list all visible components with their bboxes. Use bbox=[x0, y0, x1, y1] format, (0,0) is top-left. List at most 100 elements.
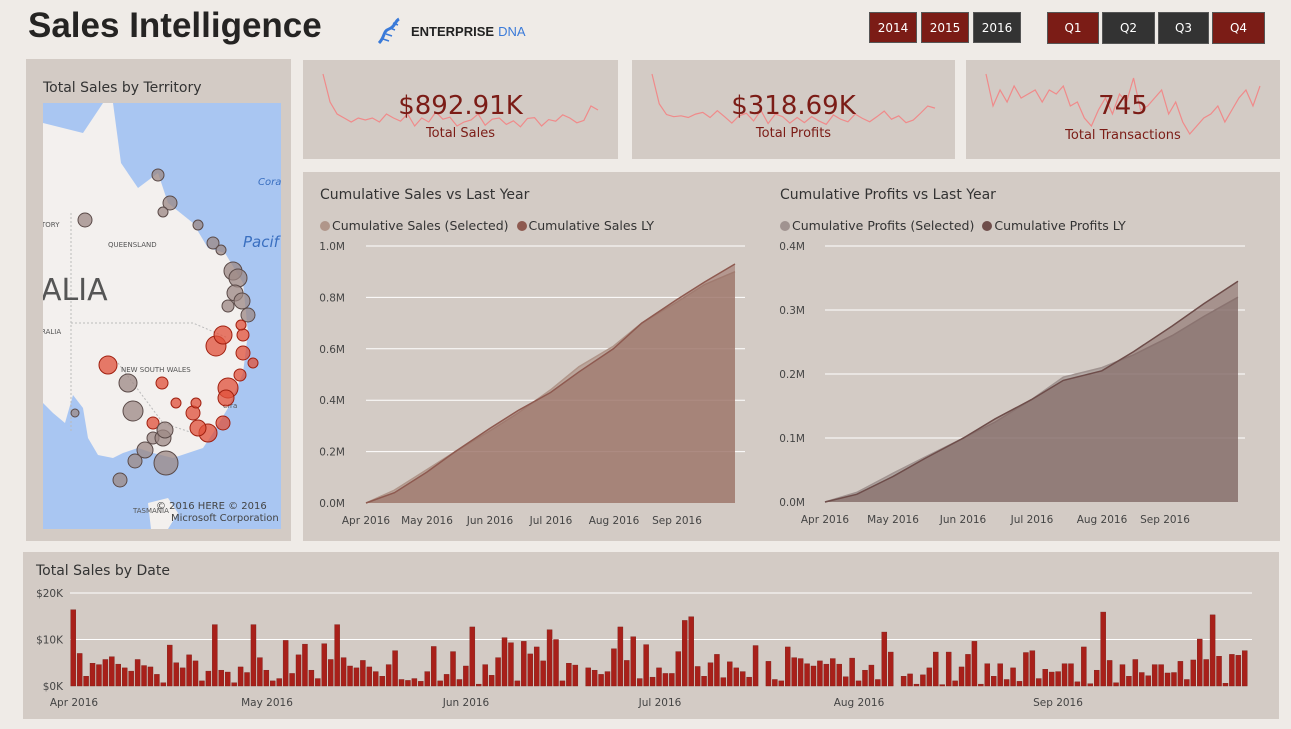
bar[interactable] bbox=[443, 674, 450, 687]
bar[interactable] bbox=[1100, 611, 1106, 687]
bar[interactable] bbox=[688, 616, 694, 687]
bar[interactable] bbox=[1016, 681, 1023, 687]
bar[interactable] bbox=[488, 675, 495, 687]
bar[interactable] bbox=[263, 669, 270, 687]
bar[interactable] bbox=[1209, 614, 1216, 687]
bar[interactable] bbox=[476, 683, 482, 687]
bar[interactable] bbox=[611, 648, 617, 687]
bar[interactable] bbox=[1042, 669, 1048, 687]
bar[interactable] bbox=[1203, 659, 1209, 687]
bar[interactable] bbox=[257, 657, 263, 687]
bar[interactable] bbox=[244, 672, 250, 687]
bar[interactable] bbox=[810, 665, 817, 687]
bar[interactable] bbox=[952, 680, 958, 687]
bar[interactable] bbox=[1081, 646, 1087, 687]
bar[interactable] bbox=[1119, 664, 1126, 687]
bar[interactable] bbox=[978, 683, 984, 687]
bar[interactable] bbox=[958, 666, 965, 687]
bar[interactable] bbox=[96, 664, 102, 687]
bar[interactable] bbox=[282, 640, 289, 687]
bar[interactable] bbox=[604, 671, 611, 687]
bar[interactable] bbox=[875, 679, 881, 687]
bar[interactable] bbox=[727, 661, 733, 687]
bar[interactable] bbox=[585, 667, 591, 687]
bar[interactable] bbox=[707, 662, 714, 687]
bar[interactable] bbox=[405, 680, 411, 687]
bar[interactable] bbox=[971, 641, 978, 687]
bar[interactable] bbox=[643, 644, 649, 687]
bar[interactable] bbox=[888, 651, 894, 687]
bar[interactable] bbox=[868, 664, 875, 687]
bar[interactable] bbox=[823, 663, 830, 687]
bar[interactable] bbox=[746, 676, 752, 687]
bar[interactable] bbox=[656, 667, 662, 687]
bar[interactable] bbox=[714, 654, 720, 687]
bar[interactable] bbox=[830, 658, 836, 687]
bar[interactable] bbox=[1242, 650, 1248, 687]
bar[interactable] bbox=[134, 659, 141, 687]
bar[interactable] bbox=[720, 677, 727, 687]
bar[interactable] bbox=[778, 680, 785, 687]
bar[interactable] bbox=[456, 679, 463, 687]
bar[interactable] bbox=[675, 651, 682, 687]
bar[interactable] bbox=[392, 650, 398, 687]
bar[interactable] bbox=[1184, 679, 1190, 687]
bar[interactable] bbox=[308, 669, 315, 687]
bar[interactable] bbox=[70, 609, 76, 687]
bar[interactable] bbox=[945, 651, 952, 687]
bar[interactable] bbox=[1197, 638, 1203, 687]
bar[interactable] bbox=[733, 667, 739, 687]
bar[interactable] bbox=[302, 643, 308, 687]
bar[interactable] bbox=[752, 645, 759, 687]
bar[interactable] bbox=[115, 663, 121, 687]
bar[interactable] bbox=[926, 667, 933, 687]
bar[interactable] bbox=[907, 673, 913, 687]
bar[interactable] bbox=[160, 682, 167, 687]
bar[interactable] bbox=[1145, 675, 1151, 687]
bar[interactable] bbox=[270, 680, 276, 687]
bar[interactable] bbox=[199, 680, 205, 687]
bar[interactable] bbox=[1164, 672, 1171, 687]
bar[interactable] bbox=[469, 626, 476, 687]
bar[interactable] bbox=[991, 676, 997, 687]
bar[interactable] bbox=[900, 676, 907, 687]
bar[interactable] bbox=[430, 646, 437, 687]
bar[interactable] bbox=[1048, 671, 1055, 687]
bar[interactable] bbox=[694, 666, 701, 687]
bar[interactable] bbox=[186, 654, 192, 687]
bar[interactable] bbox=[179, 667, 186, 687]
bar[interactable] bbox=[649, 676, 656, 687]
bar[interactable] bbox=[849, 657, 855, 687]
bar[interactable] bbox=[598, 674, 604, 687]
bar[interactable] bbox=[591, 669, 598, 687]
bar[interactable] bbox=[540, 660, 546, 687]
bar[interactable] bbox=[424, 671, 430, 687]
bar[interactable] bbox=[102, 659, 109, 687]
bar[interactable] bbox=[965, 654, 971, 687]
bar[interactable] bbox=[437, 680, 443, 687]
bar[interactable] bbox=[559, 680, 566, 687]
bar[interactable] bbox=[276, 678, 282, 687]
bar[interactable] bbox=[289, 673, 295, 687]
bar[interactable] bbox=[913, 683, 920, 687]
bar[interactable] bbox=[572, 664, 579, 687]
bar[interactable] bbox=[83, 676, 89, 687]
bar[interactable] bbox=[1222, 683, 1229, 687]
bar[interactable] bbox=[1023, 652, 1029, 687]
bar[interactable] bbox=[1158, 664, 1164, 687]
bar[interactable] bbox=[804, 663, 810, 687]
bar[interactable] bbox=[546, 629, 553, 687]
bar[interactable] bbox=[231, 682, 237, 687]
bar[interactable] bbox=[1190, 659, 1197, 687]
bar[interactable] bbox=[566, 663, 572, 687]
bar[interactable] bbox=[250, 624, 257, 687]
bar[interactable] bbox=[360, 660, 366, 687]
bar[interactable] bbox=[1151, 664, 1158, 687]
bar[interactable] bbox=[533, 646, 540, 687]
bar[interactable] bbox=[321, 643, 327, 687]
bar[interactable] bbox=[984, 663, 991, 687]
bar[interactable] bbox=[353, 667, 360, 687]
bar[interactable] bbox=[855, 680, 862, 687]
bar[interactable] bbox=[334, 624, 340, 687]
bar[interactable] bbox=[128, 670, 134, 687]
